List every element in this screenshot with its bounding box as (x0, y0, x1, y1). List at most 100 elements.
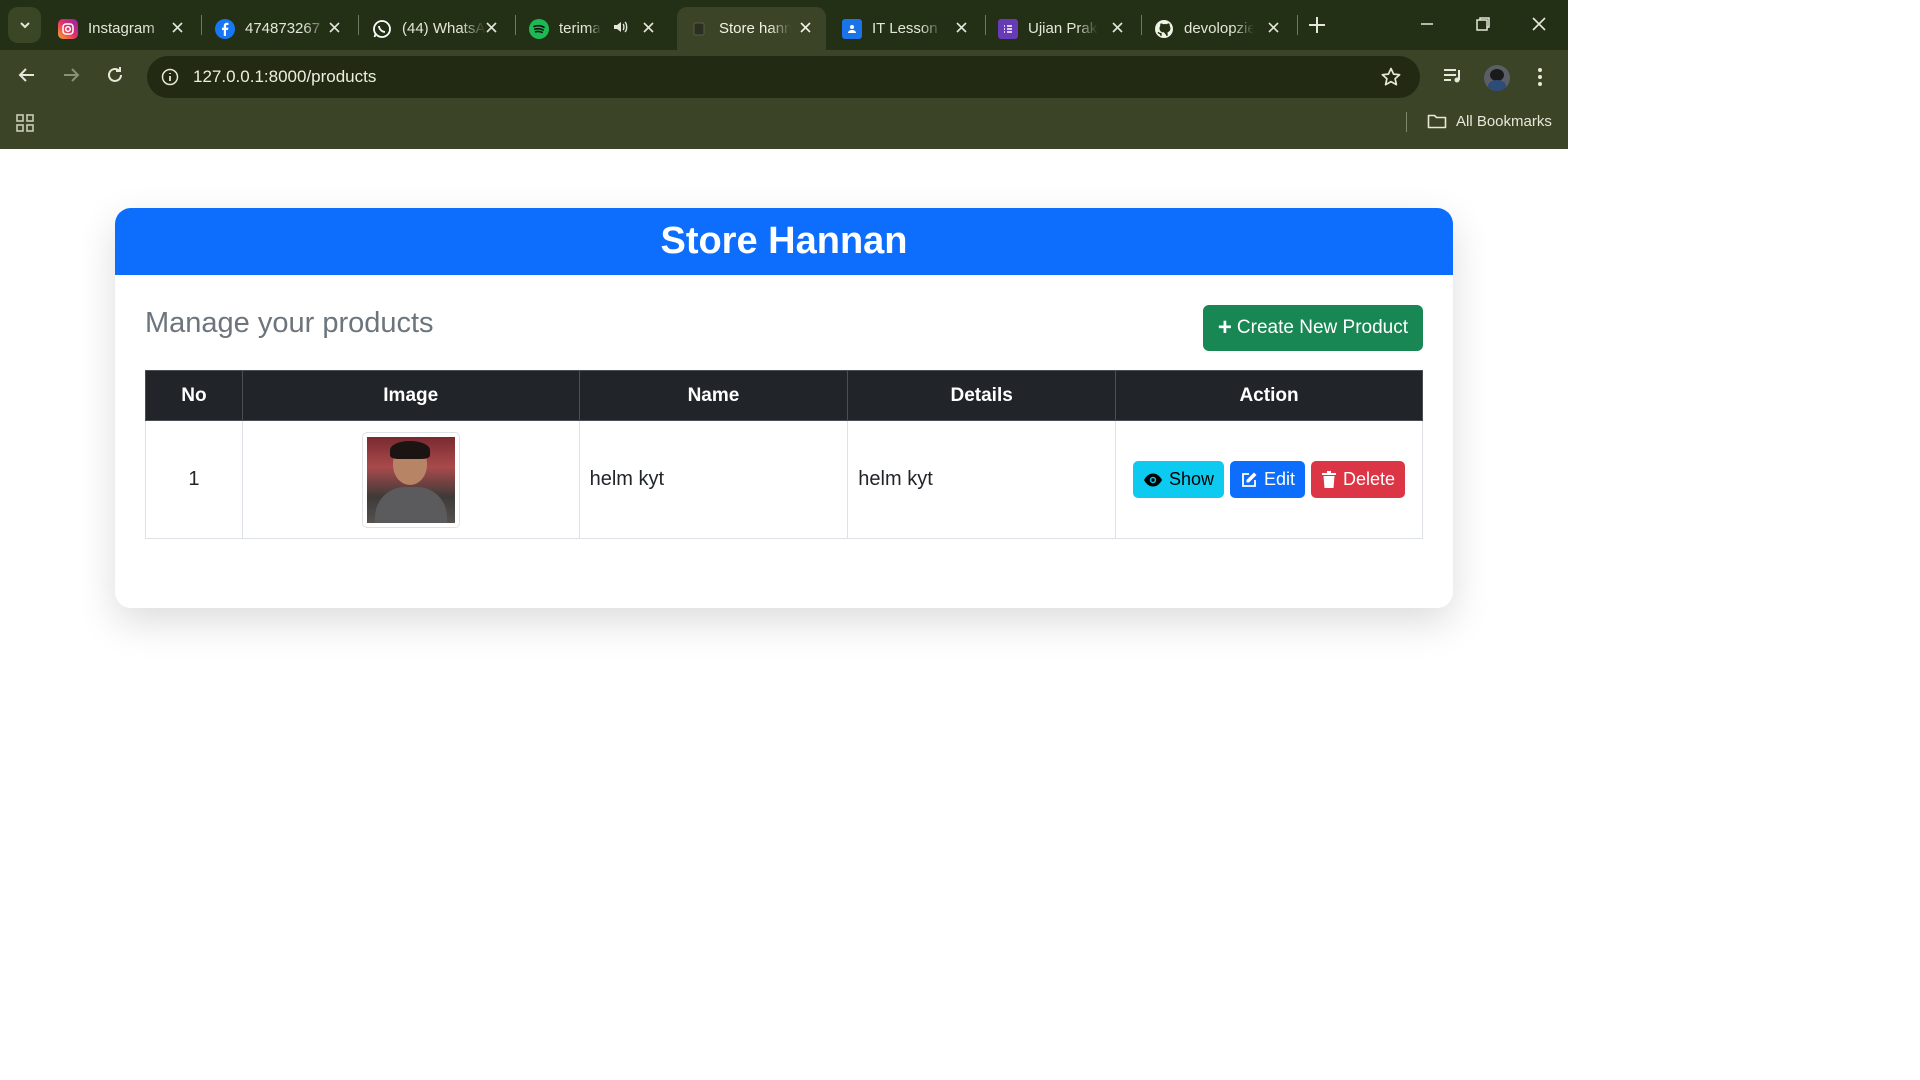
tab-title: Instagram (88, 20, 155, 37)
manage-heading: Manage your products (145, 307, 434, 339)
header-name: Name (578, 370, 849, 421)
apps-grid-icon[interactable] (15, 113, 35, 138)
url-text[interactable]: 127.0.0.1:8000/products (193, 67, 376, 87)
close-icon[interactable] (796, 18, 814, 36)
product-name: helm kyt (578, 420, 849, 539)
show-label: Show (1168, 469, 1214, 489)
forward-button[interactable] (58, 62, 84, 88)
edit-icon (1242, 472, 1257, 487)
product-details: helm kyt (847, 420, 1117, 539)
arrow-left-icon (18, 68, 34, 82)
chevron-down-icon (19, 22, 30, 29)
reload-icon (108, 67, 122, 82)
products-table: No Image Name Details Action 1 helm kyt … (145, 370, 1423, 539)
tab-store-hannan[interactable]: Store hannan (677, 7, 826, 50)
close-icon[interactable] (325, 18, 343, 36)
plus-icon (1309, 17, 1325, 33)
media-control-button[interactable] (1442, 66, 1464, 91)
tab-facebook[interactable]: 474873267 (205, 7, 355, 50)
close-icon[interactable] (482, 18, 500, 36)
whatsapp-icon (372, 19, 392, 39)
header-image: Image (241, 370, 580, 421)
table-row: 1 helm kyt helm kyt Show Edit Delete (145, 420, 1423, 539)
header-no: No (145, 370, 243, 421)
tab-title: Ujian Praktik (1028, 20, 1098, 37)
tab-title: IT Lesson (872, 20, 938, 37)
store-header: Store Hannan (115, 208, 1453, 275)
header-details: Details (847, 370, 1117, 421)
create-product-label: Create New Product (1236, 317, 1408, 338)
restore-button[interactable] (1475, 16, 1491, 37)
tab-whatsapp[interactable]: (44) WhatsApp (362, 7, 512, 50)
restore-icon (1476, 17, 1490, 31)
row-actions: Show Edit Delete (1115, 420, 1423, 539)
tab-ujian-praktik[interactable]: Ujian Praktik (988, 7, 1138, 50)
tab-title: Store hannan (719, 20, 791, 37)
back-button[interactable] (14, 62, 40, 88)
tab-separator (358, 15, 359, 35)
bookmark-star-icon[interactable] (1380, 66, 1402, 93)
close-window-button[interactable] (1531, 16, 1547, 37)
table-header-row: No Image Name Details Action (145, 370, 1423, 421)
reload-button[interactable] (102, 62, 128, 88)
row-number: 1 (145, 420, 243, 539)
close-icon (1532, 17, 1546, 31)
browser-menu-button[interactable] (1530, 65, 1550, 94)
delete-button[interactable]: Delete (1311, 461, 1406, 498)
tab-instagram[interactable]: Instagram (48, 7, 198, 50)
facebook-icon (215, 18, 235, 39)
classroom-icon (842, 18, 862, 39)
media-queue-icon (1444, 69, 1460, 83)
close-icon[interactable] (639, 18, 657, 36)
address-bar[interactable]: 127.0.0.1:8000/products (147, 56, 1420, 98)
tab-separator (1297, 15, 1298, 35)
create-product-button[interactable]: + Create New Product (1202, 305, 1423, 351)
site-info-icon[interactable] (159, 66, 181, 88)
bookmarks-separator (1406, 112, 1407, 132)
new-tab-button[interactable] (1306, 14, 1328, 41)
tab-title: (44) WhatsApp (402, 20, 486, 37)
page-icon (689, 19, 709, 39)
header-action: Action (1115, 370, 1423, 421)
edit-button[interactable]: Edit (1229, 461, 1306, 498)
tab-spotify[interactable]: terima (519, 7, 669, 50)
tab-separator (985, 15, 986, 35)
arrow-right-icon (64, 68, 80, 82)
product-photo (366, 436, 455, 523)
speaker-icon[interactable] (613, 20, 629, 38)
close-icon[interactable] (952, 18, 970, 36)
show-button[interactable]: Show (1132, 461, 1224, 498)
tab-separator (515, 15, 516, 35)
folder-icon (1427, 114, 1447, 129)
github-icon (1154, 19, 1174, 39)
edit-label: Edit (1263, 469, 1296, 489)
avatar[interactable] (1484, 65, 1510, 91)
minimize-button[interactable] (1419, 16, 1435, 37)
tab-title: terima (559, 20, 601, 37)
tab-separator (1141, 15, 1142, 35)
close-icon[interactable] (1108, 18, 1126, 36)
delete-label: Delete (1343, 469, 1396, 489)
all-bookmarks-button[interactable]: All Bookmarks (1427, 112, 1552, 130)
tab-github[interactable]: devolopzie (1144, 7, 1294, 50)
instagram-icon (58, 18, 78, 39)
eye-icon (1143, 473, 1162, 486)
tab-it-lesson[interactable]: IT Lesson (832, 7, 982, 50)
plus-icon: + (1217, 314, 1232, 341)
tab-search-button[interactable] (8, 7, 41, 43)
all-bookmarks-label: All Bookmarks (1456, 112, 1552, 130)
minimize-icon (1421, 23, 1433, 25)
close-icon[interactable] (168, 18, 186, 36)
trash-icon (1322, 470, 1337, 488)
row-image-cell (241, 420, 580, 539)
page-content: Store Hannan Manage your products + Crea… (0, 149, 1568, 882)
products-card: Store Hannan Manage your products + Crea… (115, 208, 1453, 608)
tab-strip: Instagram 474873267 (44) WhatsApp terima (0, 0, 1568, 50)
close-icon[interactable] (1264, 18, 1282, 36)
tab-title: devolopzie (1184, 20, 1254, 37)
bookmarks-bar (0, 100, 1568, 149)
product-thumbnail (361, 431, 460, 528)
tab-title: 474873267 (245, 20, 321, 37)
more-vertical-icon (1538, 68, 1542, 86)
forms-icon (998, 18, 1018, 39)
